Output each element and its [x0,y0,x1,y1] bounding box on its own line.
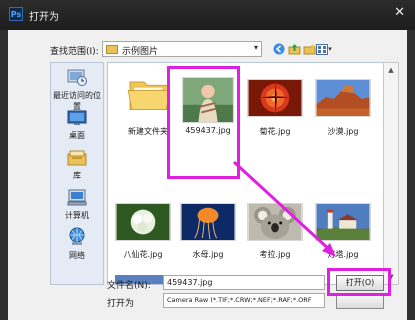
annotation-arrow [232,160,336,257]
open-as-dialog: Ps 打开为 ✕ 查找范围(I): 示例图片 ▾ ▾ 最近访问的位置 桌面 库 … [0,0,415,320]
